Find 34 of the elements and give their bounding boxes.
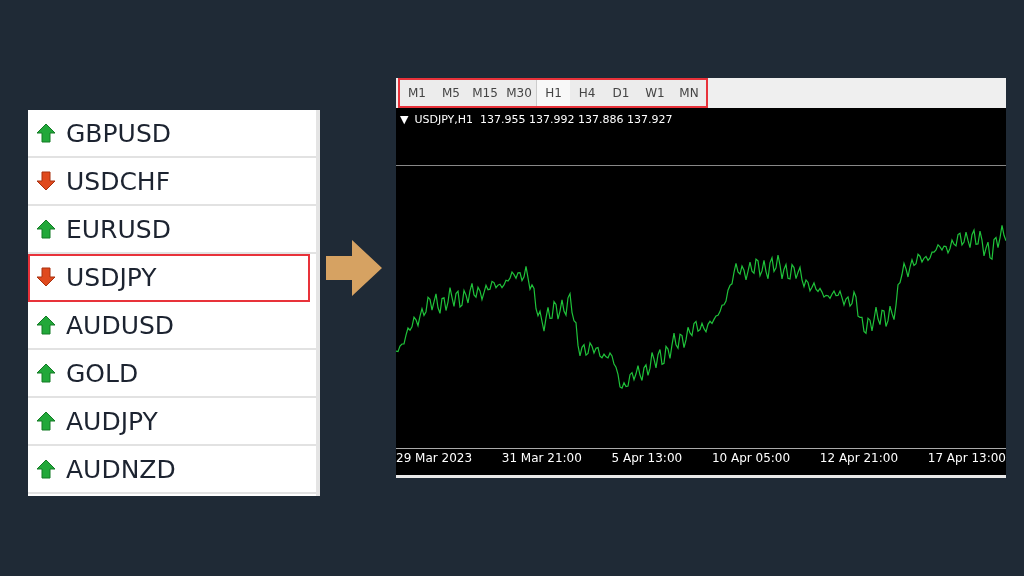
right-arrow-icon [326, 240, 382, 296]
symbol-row[interactable]: USDCHF [28, 158, 316, 206]
time-label: 10 Apr 05:00 [711, 451, 791, 467]
symbol-row[interactable]: AUDJPY [28, 398, 316, 446]
down-arrow-icon [36, 171, 56, 191]
symbol-name: GBPUSD [66, 118, 172, 148]
symbol-name: AUDNZD [66, 454, 176, 484]
symbol-row[interactable]: EURUSD [28, 206, 316, 254]
symbol-name: EURUSD [66, 214, 171, 244]
symbol-name: USDJPY [66, 262, 157, 292]
timeframe-button[interactable]: H1 [536, 80, 570, 106]
time-label: 29 Mar 2023 [396, 451, 473, 467]
symbol-row[interactable]: GBPUSD [28, 110, 316, 158]
symbol-name: AUDJPY [66, 406, 158, 436]
up-arrow-icon [36, 459, 56, 479]
time-label: 12 Apr 21:00 [819, 451, 899, 467]
up-arrow-icon [36, 123, 56, 143]
time-label: 17 Apr 13:00 [927, 451, 1006, 467]
collapse-marker[interactable]: ▼ [400, 113, 409, 126]
chart-header: USDJPY,H1 137.955 137.992 137.886 137.927 [414, 113, 673, 126]
symbol-name: AUDUSD [66, 310, 175, 340]
time-label: 31 Mar 21:00 [501, 451, 582, 467]
up-arrow-icon [36, 315, 56, 335]
up-arrow-icon [36, 411, 56, 431]
symbol-name: GOLD [66, 358, 139, 388]
up-arrow-icon [36, 363, 56, 383]
symbol-row[interactable]: AUDUSD [28, 302, 316, 350]
symbol-row[interactable]: AUDNZD [28, 446, 316, 494]
symbol-row[interactable]: GOLD [28, 350, 316, 398]
symbol-row[interactable]: USDJPY [28, 254, 310, 302]
up-arrow-icon [36, 219, 56, 239]
down-arrow-icon [36, 267, 56, 287]
symbol-name: USDCHF [66, 166, 171, 196]
time-label: 5 Apr 13:00 [611, 451, 683, 467]
